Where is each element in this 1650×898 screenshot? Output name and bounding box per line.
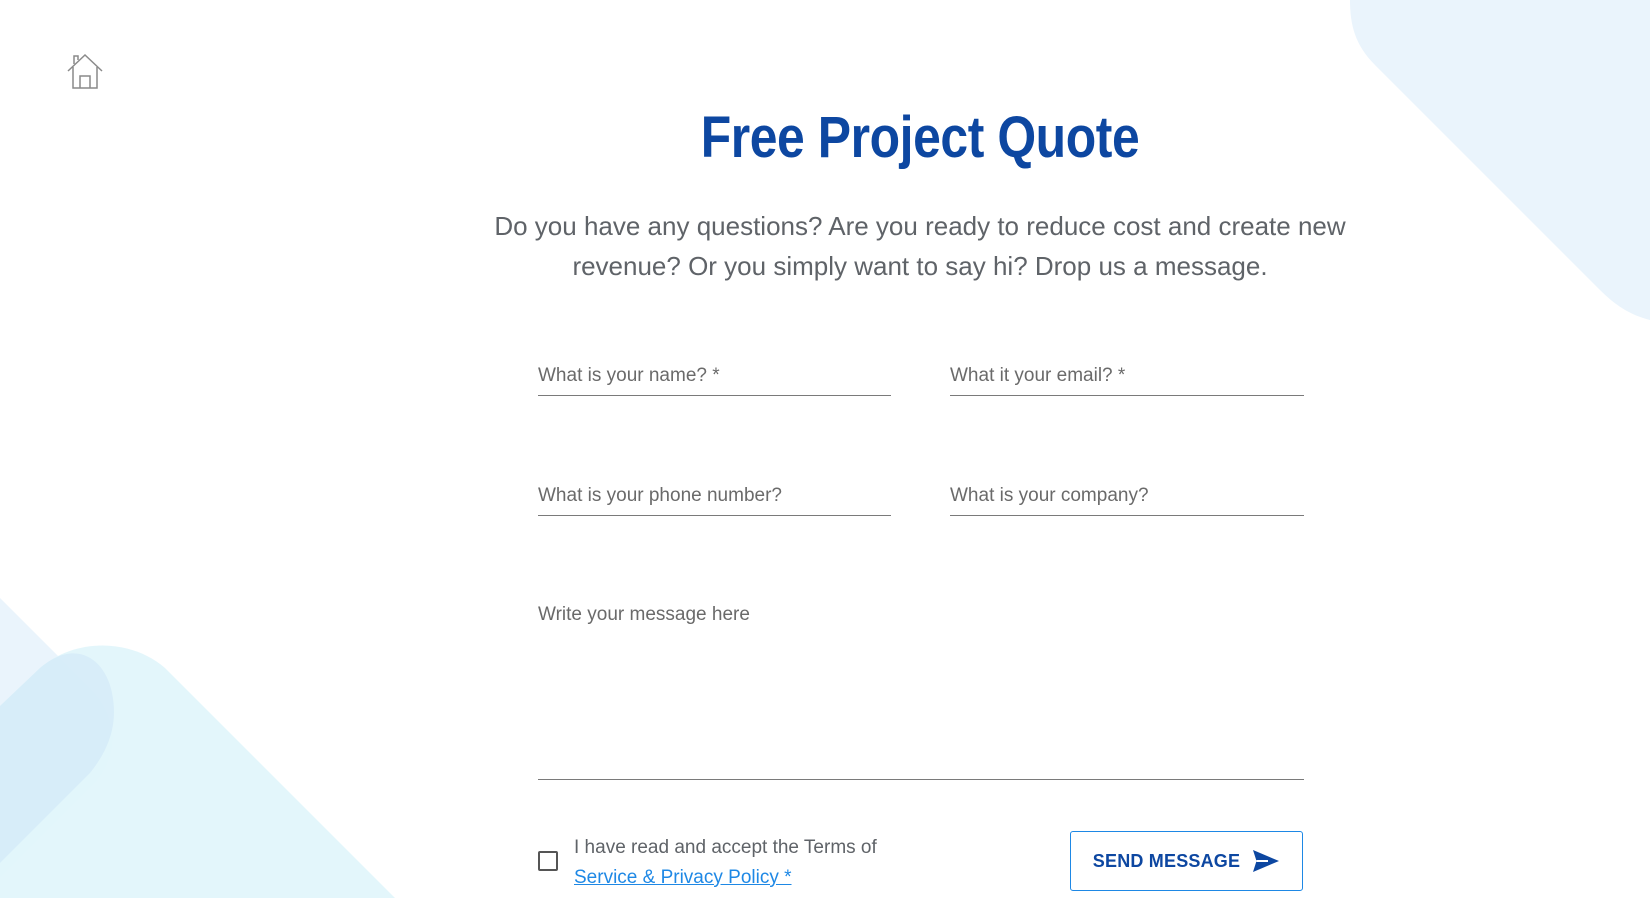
send-message-button[interactable]: SEND MESSAGE bbox=[1070, 831, 1303, 891]
phone-input[interactable] bbox=[538, 476, 891, 516]
consent-label: I have read and accept the Terms of Serv… bbox=[574, 833, 877, 893]
send-icon bbox=[1253, 850, 1280, 872]
background-shape-bottom-left bbox=[0, 598, 395, 898]
home-icon bbox=[67, 53, 103, 89]
privacy-policy-link[interactable]: Service & Privacy Policy * bbox=[574, 867, 792, 888]
page-title: Free Project Quote bbox=[700, 105, 1140, 170]
email-input[interactable] bbox=[950, 356, 1304, 396]
consent-row: I have read and accept the Terms of Serv… bbox=[538, 833, 877, 893]
send-message-label: SEND MESSAGE bbox=[1092, 850, 1241, 871]
consent-text: I have read and accept the Terms of bbox=[574, 837, 877, 858]
name-input[interactable] bbox=[538, 356, 891, 396]
company-input[interactable] bbox=[950, 476, 1304, 516]
home-link[interactable] bbox=[66, 52, 104, 90]
message-textarea[interactable] bbox=[538, 604, 1304, 780]
consent-checkbox[interactable] bbox=[538, 851, 558, 871]
page-subtitle: Do you have any questions? Are you ready… bbox=[494, 211, 1346, 281]
